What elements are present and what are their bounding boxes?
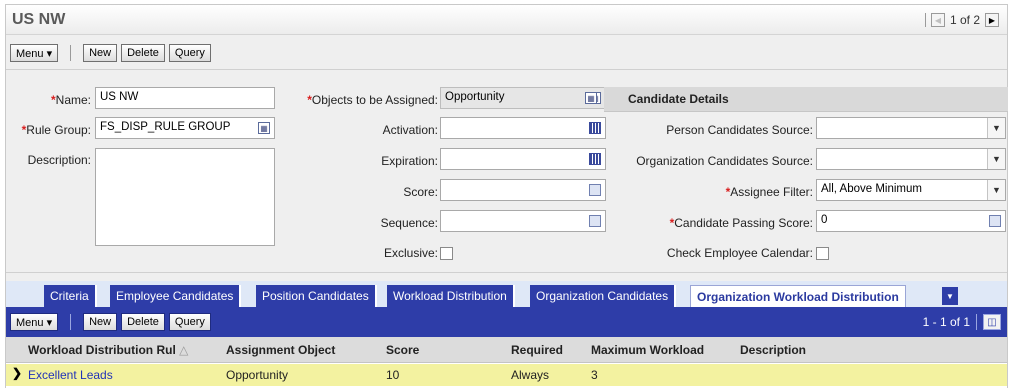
workload-list: Menu ▾ New Delete Query 1 - 1 of 1 ◫ Wor… — [6, 307, 1007, 389]
calculator-icon[interactable] — [589, 215, 601, 227]
candidate-details-header: Candidate Details — [604, 87, 1008, 112]
applet-title-bar: US NW ◀ 1 of 2 ▶ — [6, 5, 1007, 35]
assignee-filter-select[interactable]: All, Above Minimum ▼ — [816, 179, 1006, 201]
org-source-label: Organization Candidates Source: — [636, 154, 813, 168]
pick-list-icon[interactable]: ▦ — [585, 92, 597, 104]
score-label: Score: — [403, 185, 438, 199]
tab-criteria[interactable]: Criteria — [44, 285, 97, 307]
score-field[interactable] — [440, 179, 606, 201]
list-toolbar: Menu ▾ New Delete Query 1 - 1 of 1 ◫ — [6, 307, 1007, 337]
query-button[interactable]: Query — [168, 44, 211, 62]
check-calendar-label: Check Employee Calendar: — [666, 246, 813, 260]
person-source-label: Person Candidates Source: — [666, 123, 813, 137]
objects-field[interactable]: Opportunity ▦ — [440, 87, 606, 109]
form-toolbar: Menu ▾ New Delete Query — [6, 42, 1007, 64]
pager-separator — [924, 13, 926, 27]
toolbar-separator — [70, 314, 72, 330]
objects-value: Opportunity — [445, 91, 505, 103]
record-pager: ◀ 1 of 2 ▶ — [924, 13, 999, 27]
list-delete-button[interactable]: Delete — [121, 313, 165, 331]
sort-ascending-icon[interactable]: △ — [179, 343, 188, 357]
tab-organization-candidates[interactable]: Organization Candidates — [530, 285, 677, 307]
calendar-icon[interactable] — [589, 153, 601, 165]
previous-record-icon[interactable]: ◀ — [930, 13, 945, 27]
tab-position-candidates[interactable]: Position Candidates — [256, 285, 377, 307]
chevron-down-icon[interactable]: ▼ — [987, 149, 1005, 169]
cell-required: Always — [511, 368, 550, 382]
record-count: 1 of 2 — [949, 13, 980, 27]
row-selected-icon: ❯ — [12, 366, 23, 380]
sequence-label: Sequence: — [380, 216, 438, 230]
activation-label: Activation: — [382, 123, 438, 137]
list-header-row: Workload Distribution Rul △ Assignment O… — [6, 337, 1007, 363]
person-source-select[interactable]: ▼ — [816, 117, 1006, 139]
passing-score-field[interactable]: 0 — [816, 210, 1006, 232]
new-button[interactable]: New — [83, 44, 118, 62]
exclusive-label: Exclusive: — [383, 246, 438, 260]
menu-button[interactable]: Menu ▾ — [10, 44, 59, 62]
sequence-field[interactable] — [440, 210, 606, 232]
description-label: Description: — [27, 153, 91, 167]
description-field[interactable] — [95, 148, 275, 246]
exclusive-checkbox[interactable] — [440, 247, 453, 260]
tab-workload-distribution[interactable]: Workload Distribution — [387, 285, 515, 307]
cell-maximum-workload: 3 — [591, 368, 598, 382]
expiration-field[interactable] — [440, 148, 606, 170]
column-header-required[interactable]: Required — [511, 343, 563, 357]
list-menu-button[interactable]: Menu ▾ — [10, 313, 59, 331]
rule-group-field[interactable]: FS_DISP_RULE GROUP ▦ — [95, 117, 275, 139]
chevron-down-icon[interactable]: ▼ — [987, 118, 1005, 138]
list-new-button[interactable]: New — [83, 313, 118, 331]
name-label: *Name: — [50, 93, 91, 107]
passing-score-label: *Candidate Passing Score: — [669, 216, 813, 230]
expand-list-icon[interactable]: ◫ — [983, 314, 1001, 330]
toolbar-separator — [70, 45, 72, 61]
cell-assignment-object: Opportunity — [226, 368, 289, 382]
column-header-score[interactable]: Score — [386, 343, 419, 357]
objects-label: *Objects to be Assigned: — [307, 93, 438, 107]
column-header-rule[interactable]: Workload Distribution Rul △ — [28, 343, 188, 357]
assignee-filter-label: *Assignee Filter: — [725, 185, 813, 199]
column-header-description[interactable]: Description — [740, 343, 806, 357]
org-source-select[interactable]: ▼ — [816, 148, 1006, 170]
assignee-filter-value: All, Above Minimum — [821, 183, 922, 195]
pager-separator — [976, 314, 977, 330]
pick-list-icon[interactable]: ▦ — [258, 122, 270, 134]
tab-employee-candidates[interactable]: Employee Candidates — [110, 285, 242, 307]
list-query-button[interactable]: Query — [168, 313, 211, 331]
tab-organization-workload-distribution[interactable]: Organization Workload Distribution — [690, 285, 906, 307]
passing-score-value: 0 — [821, 214, 828, 226]
list-pager: 1 - 1 of 1 ◫ — [923, 314, 1001, 330]
calendar-icon[interactable] — [589, 122, 601, 134]
check-calendar-checkbox[interactable] — [816, 247, 829, 260]
name-field[interactable]: US NW — [95, 87, 275, 109]
chevron-down-icon[interactable]: ▼ — [987, 180, 1005, 200]
rule-name-link[interactable]: Excellent Leads — [28, 368, 113, 382]
table-row[interactable]: ❯ Excellent Leads Opportunity 10 Always … — [6, 364, 1007, 386]
applet-container: US NW ◀ 1 of 2 ▶ Menu ▾ New Delete Query… — [5, 4, 1008, 389]
rule-group-value: FS_DISP_RULE GROUP — [100, 121, 231, 133]
column-header-assignment-object[interactable]: Assignment Object — [226, 343, 335, 357]
cell-score: 10 — [386, 368, 400, 382]
rule-group-label: *Rule Group: — [21, 123, 91, 137]
calculator-icon[interactable] — [589, 184, 601, 196]
expiration-label: Expiration: — [381, 154, 438, 168]
applet-title: US NW — [12, 11, 66, 28]
activation-field[interactable] — [440, 117, 606, 139]
column-header-maximum-workload[interactable]: Maximum Workload — [591, 343, 704, 357]
list-record-count: 1 - 1 of 1 — [922, 315, 970, 329]
calculator-icon[interactable] — [989, 215, 1001, 227]
next-record-icon[interactable]: ▶ — [985, 13, 999, 27]
tabs-dropdown-icon[interactable]: ▼ — [942, 287, 958, 305]
view-tabs: Criteria Employee Candidates Position Ca… — [6, 281, 1007, 307]
delete-button[interactable]: Delete — [121, 44, 165, 62]
